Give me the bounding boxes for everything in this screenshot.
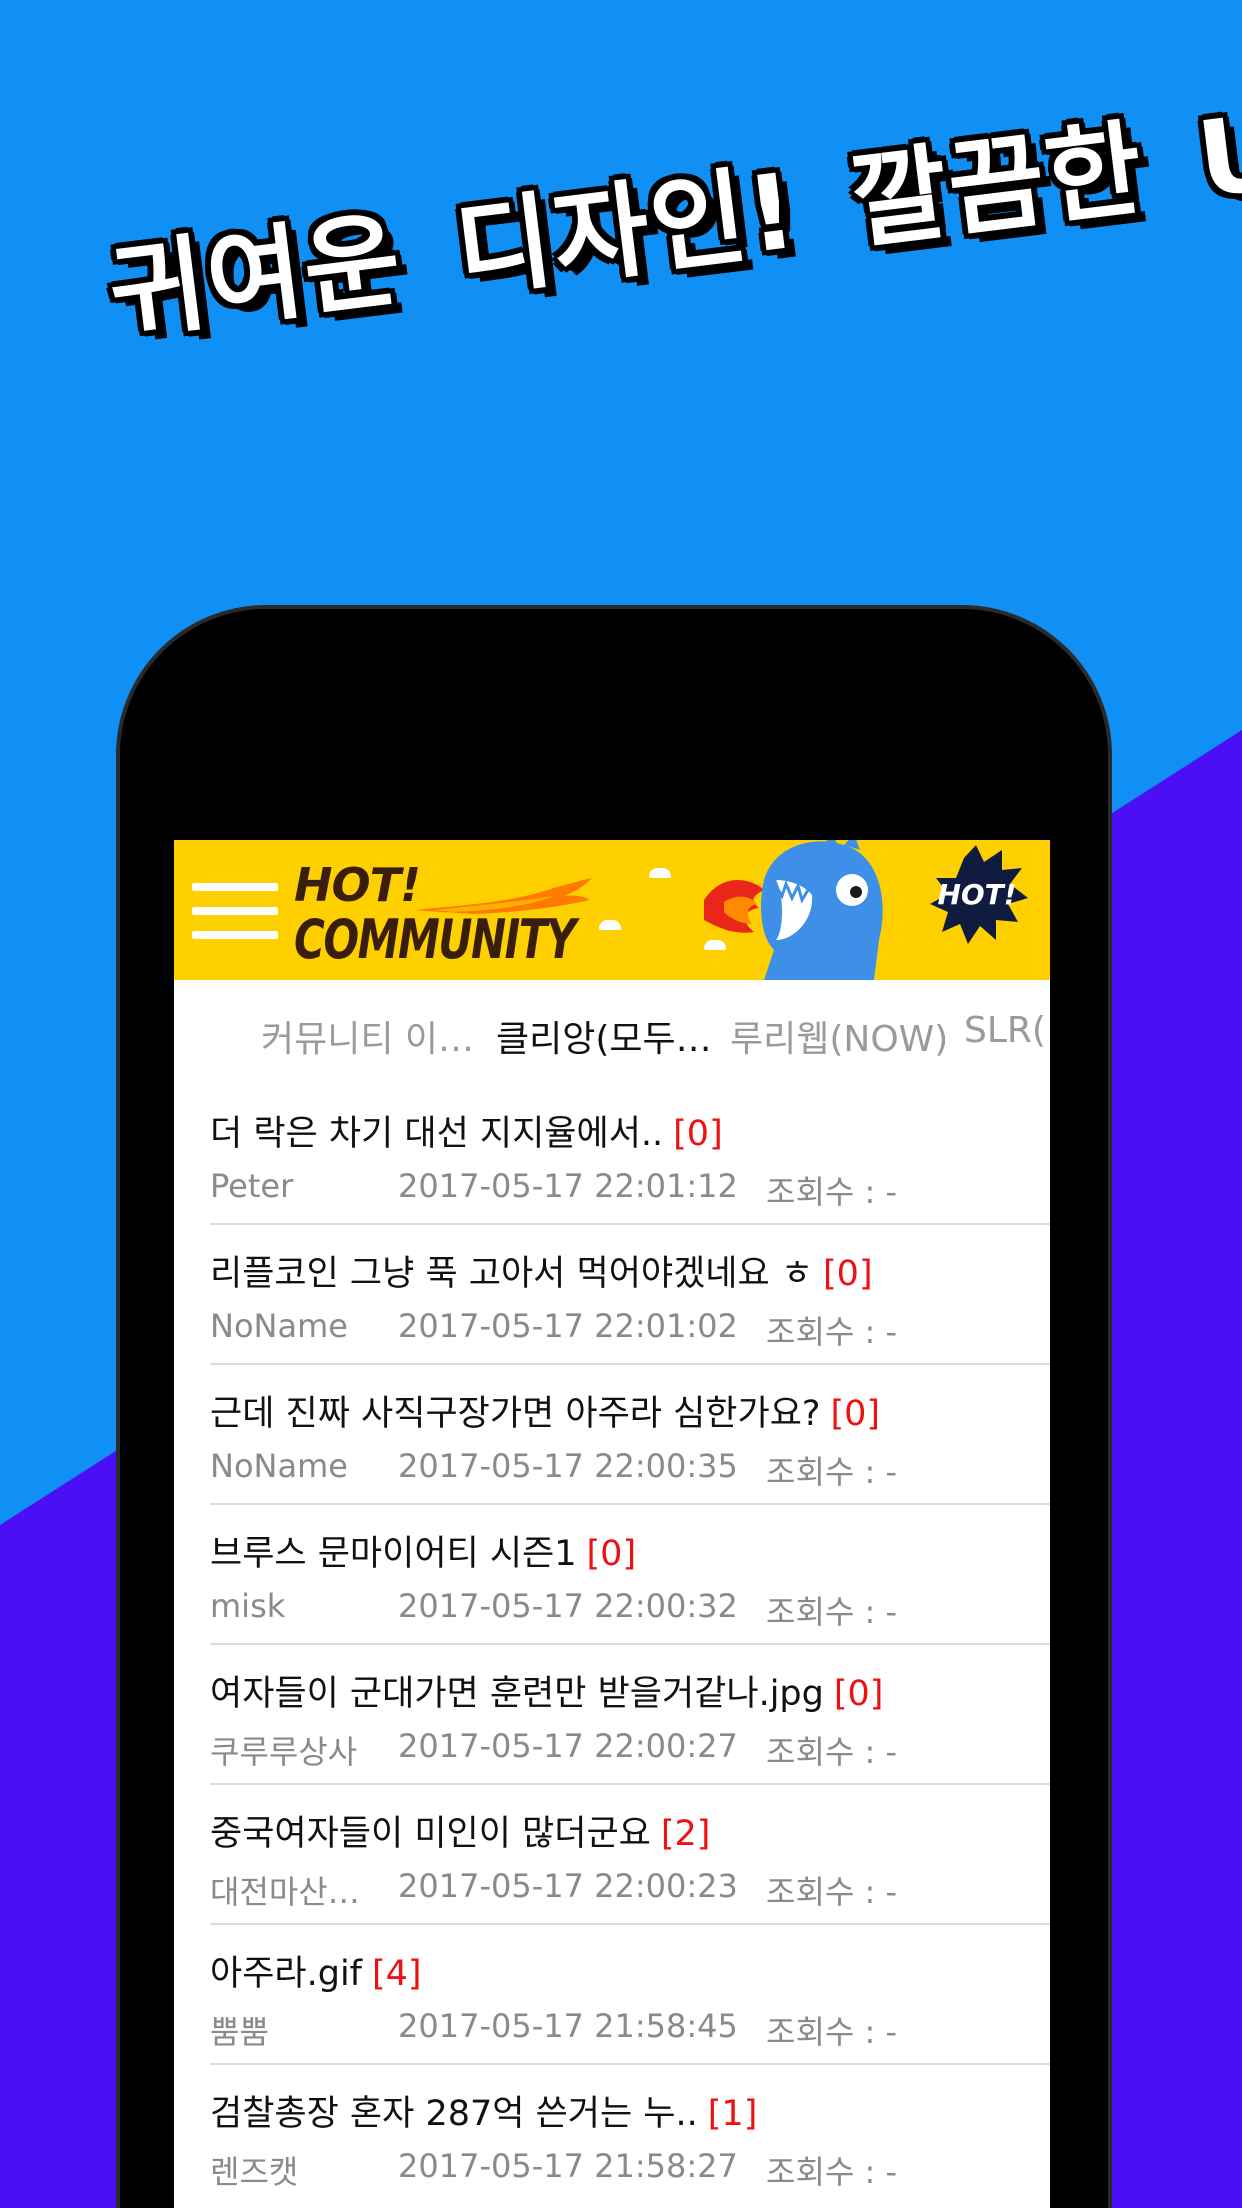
comment-count: [0] — [673, 1114, 723, 1154]
category-tabs: 커뮤니티 이… 클리앙(모두… 루리웹(NOW) SLR( — [174, 980, 1050, 1085]
comment-count: [0] — [823, 1254, 873, 1294]
post-title: 여자들이 군대가면 훈련만 받을거같나.jpg — [210, 1674, 824, 1714]
comment-count: [0] — [830, 1394, 881, 1434]
comment-count: [0] — [586, 1534, 637, 1574]
logo-community-text: COMMUNITY — [294, 908, 576, 971]
post-row[interactable]: 여자들이 군대가면 훈련만 받을거같나.jpg [0] 쿠루루상사 2017-05… — [210, 1645, 1050, 1785]
app-logo: HOT! COMMUNITY — [294, 858, 594, 971]
hamburger-menu-icon[interactable] — [192, 883, 278, 939]
app-header: HOT! COMMUNITY HOT! — [174, 840, 1050, 980]
post-row[interactable]: 중국여자들이 미인이 많더군요 [2] 대전마산… 2017-05-17 22:0… — [210, 1785, 1050, 1925]
post-title: 리플코인 그냥 푹 고아서 먹어야겠네요 ㅎ — [210, 1254, 814, 1294]
comment-count: [2] — [660, 1814, 711, 1854]
post-title: 근데 진짜 사직구장가면 아주라 심한가요? — [210, 1394, 821, 1434]
post-row[interactable]: 리플코인 그냥 푹 고아서 먹어야겠네요 ㅎ [0] NoName 2017-05… — [210, 1225, 1050, 1365]
promo-word: UI! — [1191, 78, 1242, 222]
post-views: 조회수 : - — [766, 1733, 897, 1771]
comment-count: [4] — [372, 1954, 422, 1994]
comment-count: [1] — [707, 2094, 758, 2134]
post-author: NoName — [210, 1307, 348, 1345]
cloud-icon — [649, 868, 671, 878]
post-views: 조회수 : - — [766, 1313, 897, 1351]
post-views: 조회수 : - — [766, 1453, 897, 1491]
post-author: NoName — [210, 1447, 348, 1485]
post-date: 2017-05-17 22:00:27 — [398, 1727, 738, 1765]
post-title: 아주라.gif — [210, 1954, 362, 1994]
post-views: 조회수 : - — [766, 1873, 897, 1911]
post-views: 조회수 : - — [766, 2013, 897, 2051]
promo-word: 디자인! — [449, 149, 805, 313]
post-row[interactable]: 브루스 문마이어티 시즌1 [0] misk 2017-05-17 22:00:3… — [210, 1505, 1050, 1645]
post-author: 뿜뿜 — [210, 2013, 269, 2051]
hot-badge-text: HOT! — [937, 878, 1016, 911]
post-date: 2017-05-17 21:58:45 — [398, 2007, 738, 2045]
tab-community[interactable]: 커뮤니티 이… — [261, 1010, 474, 1062]
app-screen: HOT! COMMUNITY HOT! 커뮤니티 이… 클리앙(모두… 루리웹(… — [174, 840, 1050, 2208]
post-author: Peter — [210, 1167, 294, 1205]
promo-word: 귀여운 — [102, 198, 409, 355]
post-row[interactable]: 더 락은 차기 대선 지지율에서.. [0] Peter 2017-05-17 2… — [210, 1085, 1050, 1225]
post-views: 조회수 : - — [766, 1593, 897, 1631]
post-title: 검찰총장 혼자 287억 쓴거는 누.. — [210, 2094, 698, 2134]
post-date: 2017-05-17 22:00:23 — [398, 1867, 738, 1905]
post-author: 쿠루루상사 — [210, 1733, 358, 1771]
logo-hot-text: HOT! — [294, 858, 421, 912]
post-author: 대전마산… — [210, 1873, 360, 1911]
promo-headline: 귀여운 디자인! 깔끔한 UI! — [100, 48, 1242, 360]
post-row[interactable]: 검찰총장 혼자 287억 쓴거는 누.. [1] 렌즈캣 2017-05-17 2… — [210, 2065, 1050, 2205]
promo-word: 깔끔한 — [844, 107, 1151, 264]
post-row[interactable]: 아주라.gif [4] 뿜뿜 2017-05-17 21:58:45 조회수 : … — [210, 1925, 1050, 2065]
post-date: 2017-05-17 22:00:35 — [398, 1447, 738, 1485]
cloud-icon — [599, 920, 621, 930]
post-views: 조회수 : - — [766, 1173, 897, 1211]
post-date: 2017-05-17 22:00:32 — [398, 1587, 738, 1625]
post-author: misk — [210, 1587, 286, 1625]
tab-clien[interactable]: 클리앙(모두… — [496, 1010, 712, 1062]
post-list: 더 락은 차기 대선 지지율에서.. [0] Peter 2017-05-17 2… — [174, 1085, 1050, 2205]
post-title: 중국여자들이 미인이 많더군요 — [210, 1814, 651, 1854]
post-author: 렌즈캣 — [210, 2153, 299, 2191]
post-date: 2017-05-17 22:01:02 — [398, 1307, 738, 1345]
post-title: 브루스 문마이어티 시즌1 — [210, 1534, 577, 1574]
post-date: 2017-05-17 21:58:27 — [398, 2147, 738, 2185]
dinosaur-mascot-icon: HOT! — [704, 840, 1028, 980]
comment-count: [0] — [833, 1674, 884, 1714]
post-date: 2017-05-17 22:01:12 — [398, 1167, 738, 1205]
tab-ruliweb[interactable]: 루리웹(NOW) — [730, 1010, 948, 1062]
post-title: 더 락은 차기 대선 지지율에서.. — [210, 1114, 664, 1154]
tab-slr[interactable]: SLR( — [964, 1010, 1046, 1051]
post-row[interactable]: 근데 진짜 사직구장가면 아주라 심한가요? [0] NoName 2017-05… — [210, 1365, 1050, 1505]
post-views: 조회수 : - — [766, 2153, 897, 2191]
